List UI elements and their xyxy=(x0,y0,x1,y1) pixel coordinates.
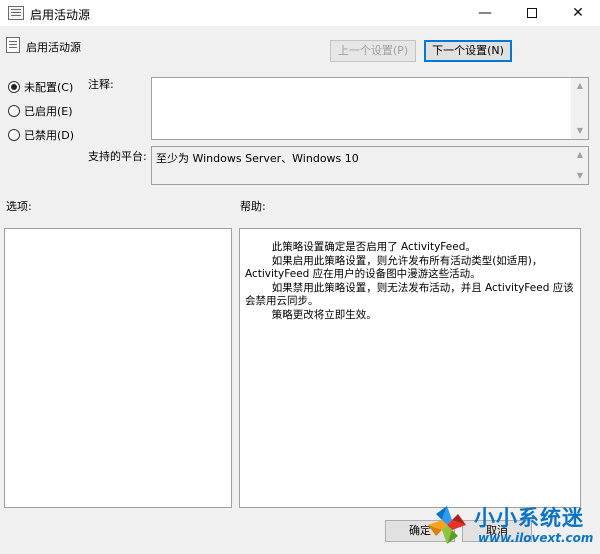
window-title: 启用活动源 xyxy=(30,8,91,22)
watermark: 小小系统迷 www.ilovext.com xyxy=(418,500,600,554)
radio-not-configured[interactable]: 未配置(C) xyxy=(8,79,73,95)
comment-textarea[interactable]: ▲ ▼ xyxy=(151,77,589,140)
radio-disabled[interactable]: 已禁用(D) xyxy=(8,127,74,143)
help-panel: 此策略设置确定是否启用了 ActivityFeed。 如果启用此策略设置，则允许… xyxy=(239,228,581,508)
options-panel xyxy=(4,228,232,508)
radio-indicator xyxy=(8,105,20,117)
platform-value: 至少为 Windows Server、Windows 10 xyxy=(156,152,359,165)
policy-title: 启用活动源 xyxy=(26,41,81,54)
help-label: 帮助: xyxy=(240,200,266,213)
help-paragraph: 策略更改将立即生效。 xyxy=(245,308,377,321)
title-bar: 启用活动源 — ✕ xyxy=(0,0,600,26)
options-label: 选项: xyxy=(6,200,32,213)
platform-scrollbar[interactable]: ▲ ▼ xyxy=(571,147,588,184)
maximize-icon xyxy=(527,8,537,18)
platform-field: 至少为 Windows Server、Windows 10 ▲ ▼ xyxy=(151,146,589,185)
radio-indicator xyxy=(8,81,20,93)
watermark-logo-icon xyxy=(428,506,466,544)
radio-label: 已启用(E) xyxy=(24,105,73,118)
maximize-button[interactable] xyxy=(509,0,555,26)
watermark-url: www.ilovext.com xyxy=(478,531,594,545)
comment-label: 注释: xyxy=(88,78,114,91)
radio-label: 已禁用(D) xyxy=(24,129,75,142)
help-paragraph: 如果禁用此策略设置，则无法发布活动，并且 ActivityFeed 应该会禁用云… xyxy=(245,281,574,308)
radio-indicator xyxy=(8,129,20,141)
minimize-button[interactable]: — xyxy=(462,0,508,26)
scroll-up-arrow-icon[interactable]: ▲ xyxy=(572,78,588,94)
radio-label: 未配置(C) xyxy=(24,81,74,94)
scroll-down-arrow-icon[interactable]: ▼ xyxy=(572,123,588,139)
radio-enabled[interactable]: 已启用(E) xyxy=(8,103,73,119)
scroll-down-arrow-icon[interactable]: ▼ xyxy=(572,168,588,184)
policy-document-icon xyxy=(8,6,24,20)
help-paragraph: 此策略设置确定是否启用了 ActivityFeed。 xyxy=(245,241,476,253)
watermark-brand: 小小系统迷 xyxy=(474,506,584,530)
policy-setting-icon xyxy=(6,37,20,53)
close-button[interactable]: ✕ xyxy=(555,0,600,26)
help-paragraph: 如果启用此策略设置，则允许发布所有活动类型(如适用)，ActivityFeed … xyxy=(245,254,543,281)
platform-label: 支持的平台: xyxy=(88,150,147,163)
scroll-up-arrow-icon[interactable]: ▲ xyxy=(572,147,588,163)
comment-scrollbar[interactable]: ▲ ▼ xyxy=(571,78,588,139)
previous-setting-button[interactable]: 上一个设置(P) xyxy=(330,40,416,62)
next-setting-button[interactable]: 下一个设置(N) xyxy=(424,40,512,62)
